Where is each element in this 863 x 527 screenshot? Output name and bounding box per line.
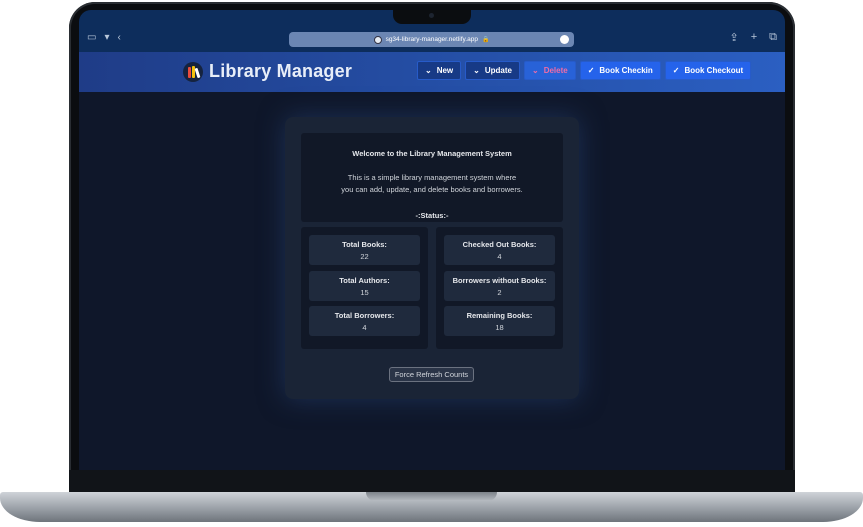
stats-column-right: Checked Out Books: 4 Borrowers without B… (436, 227, 563, 349)
stat-total-authors: Total Authors: 15 (309, 271, 420, 301)
status-heading: -:Status:- (415, 211, 449, 220)
chevron-down-icon: ⌄ (425, 66, 432, 75)
stat-label: Checked Out Books: (462, 240, 537, 249)
tabs-overview-icon[interactable]: ⧉ (769, 31, 777, 44)
stat-value: 2 (497, 288, 502, 297)
laptop-screen: ▭ ▾ ‹ sg34-library-manager.netlify.app 🔒… (79, 10, 785, 470)
stat-label: Total Authors: (339, 276, 390, 285)
chevron-down-icon: ⌄ (473, 66, 480, 75)
chevron-down-icon: ⌄ (531, 66, 539, 75)
laptop-chin (69, 470, 795, 492)
book-checkout-label: Book Checkout (684, 66, 744, 75)
force-refresh-button[interactable]: Force Refresh Counts (389, 367, 474, 382)
library-logo-icon (183, 61, 203, 82)
browser-right-controls: ⇪ + ⧉ (729, 31, 777, 44)
chevron-down-icon[interactable]: ▾ (104, 32, 109, 43)
stat-label: Borrowers without Books: (452, 276, 547, 285)
delete-button-label: Delete (543, 66, 568, 75)
share-icon[interactable]: ⇪ (729, 31, 738, 44)
update-button-label: Update (484, 66, 512, 75)
app-title: Library Manager (209, 61, 353, 81)
stat-label: Remaining Books: (466, 311, 533, 320)
browser-left-controls: ▭ ▾ ‹ (87, 32, 121, 43)
site-favicon-icon (373, 35, 382, 44)
welcome-description-line1: This is a simple library management syst… (347, 173, 517, 182)
book-checkout-button[interactable]: ✓ Book Checkout (664, 61, 752, 80)
stat-label: Total Borrowers: (334, 311, 395, 320)
stat-checked-out-books: Checked Out Books: 4 (444, 235, 555, 265)
stat-value: 15 (360, 288, 369, 297)
action-nav: ⌄ New ⌄ Update ⌄ Delete ✓ Book Checkin ✓ (417, 61, 752, 80)
brand[interactable]: Library Manager (183, 61, 352, 82)
back-icon[interactable]: ‹ (117, 32, 120, 43)
check-icon: ✓ (587, 66, 595, 75)
app-header: Library Manager ⌄ New ⌄ Update ⌄ Delete … (79, 52, 785, 92)
url-text: sg34-library-manager.netlify.app (385, 36, 478, 43)
new-button-label: New (436, 66, 454, 75)
stat-value: 22 (360, 252, 369, 261)
welcome-title: Welcome to the Library Management System (352, 149, 512, 158)
stat-value: 18 (495, 323, 504, 332)
stat-remaining-books: Remaining Books: 18 (444, 306, 555, 336)
stat-total-books: Total Books: 22 (309, 235, 420, 265)
stat-value: 4 (497, 252, 502, 261)
sidebar-toggle-icon[interactable]: ▭ (87, 32, 96, 43)
dashboard-card: Welcome to the Library Management System… (285, 117, 579, 399)
new-button[interactable]: ⌄ New (417, 61, 462, 80)
stat-borrowers-without-books: Borrowers without Books: 2 (444, 271, 555, 301)
stat-total-borrowers: Total Borrowers: 4 (309, 306, 420, 336)
address-bar[interactable]: sg34-library-manager.netlify.app 🔒 (289, 32, 574, 47)
welcome-description-line2: you can add, update, and delete books an… (341, 185, 523, 194)
welcome-panel: Welcome to the Library Management System… (301, 133, 563, 222)
delete-button[interactable]: ⌄ Delete (523, 61, 576, 80)
stat-label: Total Books: (342, 240, 387, 249)
stat-value: 4 (362, 323, 367, 332)
page-menu-icon[interactable] (560, 35, 569, 44)
lock-icon: 🔒 (481, 37, 490, 43)
laptop-base-groove (366, 492, 497, 501)
book-checkin-button[interactable]: ✓ Book Checkin (579, 61, 661, 80)
laptop-mockup: ▭ ▾ ‹ sg34-library-manager.netlify.app 🔒… (0, 0, 863, 527)
stats-column-left: Total Books: 22 Total Authors: 15 Total … (301, 227, 428, 349)
new-tab-icon[interactable]: + (751, 31, 757, 44)
camera-notch (393, 10, 471, 24)
update-button[interactable]: ⌄ Update (465, 61, 520, 80)
check-icon: ✓ (672, 66, 680, 75)
book-checkin-label: Book Checkin (599, 66, 653, 75)
